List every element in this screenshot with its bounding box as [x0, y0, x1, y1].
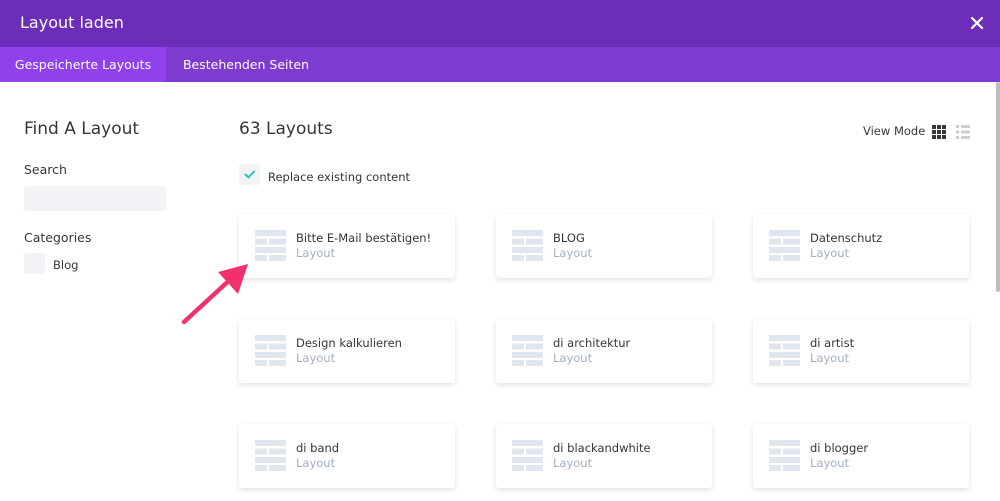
layout-type: Layout — [553, 246, 593, 260]
sidebar-title: Find A Layout — [24, 119, 140, 139]
layout-thumbnail-icon — [512, 230, 543, 261]
search-label: Search — [24, 162, 67, 177]
replace-content-label: Replace existing content — [268, 170, 410, 184]
layout-thumbnail-icon — [769, 230, 800, 261]
layout-type: Layout — [553, 351, 593, 365]
layouts-count-title: 63 Layouts — [239, 119, 333, 139]
tab-existing-pages[interactable]: Bestehenden Seiten — [166, 47, 326, 82]
layout-type: Layout — [810, 456, 850, 470]
layout-type: Layout — [296, 246, 336, 260]
search-input[interactable] — [24, 186, 166, 211]
modal-title: Layout laden — [20, 13, 124, 32]
title-bar: Layout laden — [0, 0, 1000, 47]
layout-thumbnail-icon — [255, 440, 286, 471]
layout-thumbnail-icon — [255, 335, 286, 366]
tab-saved-layouts[interactable]: Gespeicherte Layouts — [0, 47, 166, 82]
layout-card[interactable]: Bitte E-Mail bestätigen! Layout — [239, 214, 455, 278]
layout-type: Layout — [810, 351, 850, 365]
layout-card[interactable]: BLOG Layout — [496, 214, 712, 278]
close-icon[interactable] — [966, 12, 988, 34]
grid-view-icon[interactable] — [932, 125, 946, 139]
tab-bar: Gespeicherte Layouts Bestehenden Seiten — [0, 47, 1000, 82]
layout-name: Design kalkulieren — [296, 336, 402, 350]
layout-thumbnail-icon — [769, 335, 800, 366]
layout-thumbnail-icon — [769, 440, 800, 471]
layout-thumbnail-icon — [512, 440, 543, 471]
layout-type: Layout — [810, 246, 850, 260]
layout-name: di band — [296, 441, 340, 455]
list-view-icon[interactable] — [956, 125, 970, 139]
layout-type: Layout — [296, 456, 336, 470]
layout-name: di architektur — [553, 336, 631, 350]
category-checkbox-blog[interactable] — [24, 253, 45, 274]
layout-type: Layout — [553, 456, 593, 470]
layout-thumbnail-icon — [255, 230, 286, 261]
layout-card[interactable]: di blogger Layout — [753, 424, 969, 488]
arrow-annotation — [181, 264, 248, 325]
layout-name: di blogger — [810, 441, 869, 455]
layout-name: BLOG — [553, 231, 585, 245]
layout-name: Bitte E-Mail bestätigen! — [296, 231, 432, 245]
scrollbar[interactable] — [996, 82, 1000, 292]
checkmark-icon — [244, 170, 255, 179]
view-mode-label: View Mode — [863, 124, 926, 138]
replace-content-checkbox[interactable] — [239, 164, 260, 185]
layout-thumbnail-icon — [512, 335, 543, 366]
layout-name: di artist — [810, 336, 855, 350]
layout-card[interactable]: Datenschutz Layout — [753, 214, 969, 278]
layout-card[interactable]: di architektur Layout — [496, 319, 712, 383]
layout-card[interactable]: di blackandwhite Layout — [496, 424, 712, 488]
categories-label: Categories — [24, 230, 92, 245]
layout-card[interactable]: Design kalkulieren Layout — [239, 319, 455, 383]
category-label-blog: Blog — [53, 258, 79, 272]
layout-name: di blackandwhite — [553, 441, 651, 455]
layout-name: Datenschutz — [810, 231, 883, 245]
layout-card[interactable]: di band Layout — [239, 424, 455, 488]
layout-card[interactable]: di artist Layout — [753, 319, 969, 383]
layout-type: Layout — [296, 351, 336, 365]
